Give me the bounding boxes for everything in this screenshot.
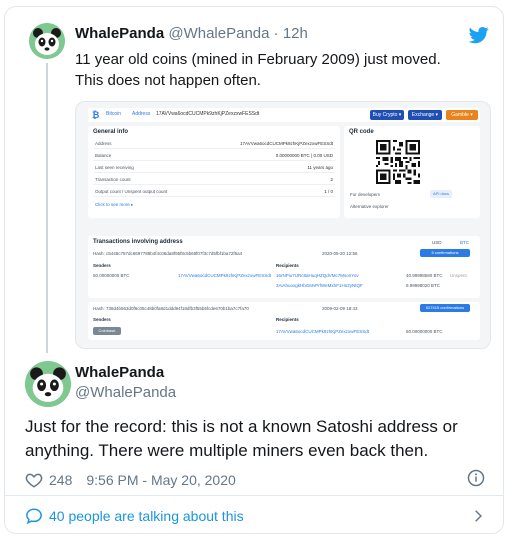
heart-icon[interactable] — [25, 471, 43, 489]
breadcrumb-item: Address — [132, 111, 151, 117]
tx-hash: Hash: 738d4b563d0f6c05c48b0fa8d1ddd94f18… — [93, 306, 249, 311]
tweet-card: WhalePanda @WhalePanda · 12h 11 year old… — [4, 6, 504, 534]
divider — [5, 495, 503, 496]
alternative-explorer-label: Alternative explorer — [350, 204, 389, 209]
panel-title: General info — [93, 129, 129, 135]
tweet-text: Just for the record: this is not a known… — [25, 417, 458, 460]
breadcrumb-item: Bitcoin — [106, 111, 122, 117]
transactions-panel: Transactions involving address USD BTC H… — [88, 236, 480, 298]
info-value: 11 years ago — [307, 165, 333, 170]
breadcrumb-address: 17AVVwa6ocdCUCMPk9zhKjPZexzxwFESSdt — [156, 111, 260, 117]
avatar[interactable] — [25, 361, 71, 407]
senders-label: Senders — [93, 317, 111, 322]
info-row: Output count / Unspent output count 1 / … — [93, 186, 335, 197]
info-value: 0.00000000 BTC | 0.00 USD — [275, 153, 333, 158]
talking-text[interactable]: 40 people are talking about this — [49, 508, 244, 524]
avatar[interactable] — [29, 23, 65, 59]
recipient-address: 3AiAhuoxgkHbGMvPrfWeMxhF1Hn2yNtQF — [276, 283, 363, 288]
tweet-timestamp[interactable]: 9:56 PM - May 20, 2020 — [86, 472, 235, 488]
tweet-text-line: 11 year old coins (mined in February 200… — [75, 51, 441, 68]
info-row: Balance 0.00000000 BTC | 0.00 USD — [93, 150, 335, 161]
qr-code-panel: QR code For developers API docs Alternat… — [344, 126, 480, 218]
usd-toggle-label: USD — [432, 240, 442, 245]
senders-label: Senders — [93, 263, 111, 268]
info-value: 1 / 0 — [324, 189, 333, 194]
conversation-link[interactable]: 40 people are talking about this — [25, 507, 244, 525]
parent-tweet-text: 11 year old coins (mined in February 200… — [75, 49, 495, 91]
author-name[interactable]: WhalePanda — [75, 364, 164, 381]
for-developers-label: For developers — [350, 192, 381, 197]
speech-bubble-icon — [26, 508, 42, 525]
tx-hash: Hash: c5448c787dc6697788b4f4c06da8f95f8c… — [93, 251, 243, 256]
see-more-link: Click to see more ▸ — [95, 202, 134, 207]
sender-address: 17AVVwa6ocdCUCMPk9zhKjPZexzxwFESSdt — [178, 273, 271, 278]
thread-line — [46, 63, 48, 353]
info-key: Last seen receiving — [95, 165, 134, 170]
author-handle[interactable]: @WhalePanda — [168, 25, 269, 42]
recipient-address: 16rNPiu7URc8aHuqHZQdVMc7MsonYov — [276, 273, 359, 278]
tweet-time[interactable]: 12h — [283, 25, 308, 42]
explorer-logo-icon: ₿ — [92, 110, 100, 120]
btc-toggle-label: BTC — [460, 240, 469, 245]
like-count[interactable]: 248 — [49, 472, 72, 488]
recipient-amount: 9.99998020 BTC — [406, 283, 441, 288]
info-key: Address — [95, 141, 112, 146]
recipient-amount: 50.00000000 BTC — [406, 329, 443, 334]
gamble-button: Gamble ▾ — [446, 110, 478, 120]
parent-tweet-header: WhalePanda @WhalePanda · 12h — [75, 25, 308, 42]
info-value: 2 — [330, 177, 333, 182]
explorer-nav-bar: ₿ Bitcoin Address 17AVVwa6ocdCUCMPk9zhKj… — [88, 108, 480, 122]
recipient-amount: 40.99998580 BTC — [406, 273, 443, 278]
chevron-right-icon[interactable] — [471, 509, 485, 523]
exchange-button: Exchange ▾ — [408, 110, 442, 120]
coinbase-badge: Coinbase — [93, 327, 121, 335]
confirmations-badge: 627415 confirmations — [420, 304, 470, 312]
sender-amount: 50.00000000 BTC — [93, 273, 130, 278]
panel-title: Transactions involving address — [93, 239, 183, 245]
api-docs-button: API docs — [430, 190, 452, 198]
confirmations-badge: 5 confirmations — [420, 249, 470, 257]
info-row: Address 17AVVwa6ocdCUCMPk9zhKjPZexzxwFES… — [93, 138, 335, 149]
info-icon[interactable] — [467, 469, 485, 487]
tx-date: 2020-05-20 12:56 — [322, 251, 358, 256]
qr-code-icon — [376, 140, 420, 184]
tweet-text-line: This does not happen often. — [75, 72, 261, 89]
panel-title: QR code — [349, 129, 374, 135]
author-handle[interactable]: @WhalePanda — [75, 384, 176, 401]
info-row: Last seen receiving 11 years ago — [93, 162, 335, 173]
info-row: Transaction count 2 — [93, 174, 335, 185]
info-key: Output count / Unspent output count — [95, 189, 168, 194]
general-info-panel: General info Address 17AVVwa6ocdCUCMPk9z… — [88, 126, 340, 218]
buy-crypto-button: Buy Crypto ▾ — [370, 110, 404, 120]
tweet-meta: 248 9:56 PM - May 20, 2020 — [25, 471, 236, 489]
info-value: 17AVVwa6ocdCUCMPk9zhKjPZexzxwFESSdt — [240, 141, 333, 146]
tx-date: 2009-02-09 18:43 — [322, 306, 358, 311]
recipient-address: 17AVVwa6ocdCUCMPk9zhKjPZexzxwFESSdt — [276, 329, 369, 334]
twitter-bird-icon[interactable] — [469, 25, 489, 45]
recipients-label: Recipients — [276, 317, 299, 322]
tweet-media-image[interactable]: ₿ Bitcoin Address 17AVVwa6ocdCUCMPk9zhKj… — [75, 101, 491, 349]
info-key: Balance — [95, 153, 112, 158]
author-name[interactable]: WhalePanda — [75, 25, 164, 42]
separator: · — [273, 25, 279, 42]
recipients-label: Recipients — [276, 263, 299, 268]
transaction-panel-2: Hash: 738d4b563d0f6c05c48b0fa8d1ddd94f18… — [88, 302, 480, 340]
unspent-status: Unspent — [450, 273, 467, 278]
info-key: Transaction count — [95, 177, 131, 182]
